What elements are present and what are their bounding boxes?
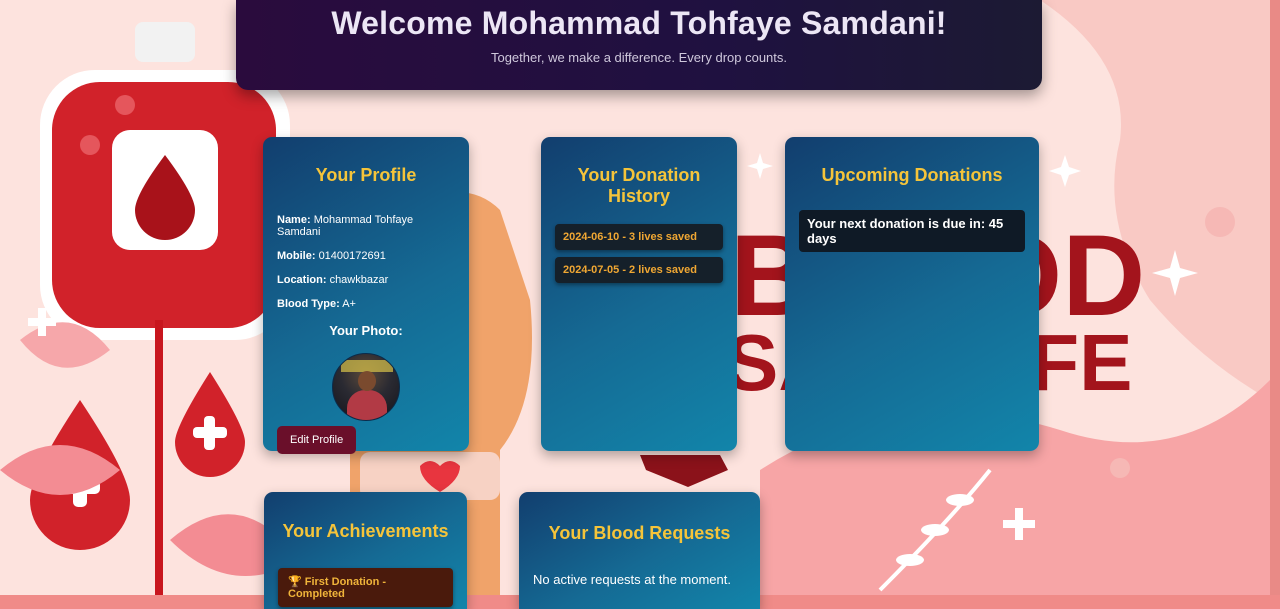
- profile-name-label: Name:: [277, 214, 311, 226]
- profile-blood-type-value: A+: [342, 298, 356, 310]
- profile-blood-type-row: Blood Type: A+: [277, 298, 455, 310]
- upcoming-donations-title: Upcoming Donations: [821, 165, 1003, 185]
- achievements-card: Your Achievements 🏆 First Donation - Com…: [264, 492, 467, 609]
- donation-history-card: Your Donation History 2024-06-10 - 3 liv…: [541, 137, 737, 451]
- profile-mobile-value: 01400172691: [318, 250, 386, 262]
- blood-requests-title: Your Blood Requests: [548, 523, 731, 543]
- profile-title: Your Profile: [315, 165, 417, 185]
- profile-blood-type-label: Blood Type:: [277, 298, 340, 310]
- donation-history-list: 2024-06-10 - 3 lives saved 2024-07-05 - …: [555, 224, 723, 283]
- window-edge-right: [1270, 0, 1280, 609]
- welcome-subtitle: Together, we make a difference. Every dr…: [490, 50, 788, 65]
- donation-history-item: 2024-07-05 - 2 lives saved: [555, 257, 723, 283]
- welcome-header: Welcome Mohammad Tohfaye Samdani! Togeth…: [236, 0, 1042, 90]
- profile-mobile-row: Mobile: 01400172691: [277, 250, 455, 262]
- next-donation-due: Your next donation is due in: 45 days: [799, 210, 1025, 252]
- achievements-title: Your Achievements: [282, 521, 449, 541]
- no-requests-text: No active requests at the moment.: [533, 572, 731, 587]
- donation-history-title: Your Donation History: [577, 165, 701, 206]
- profile-name-row: Name: Mohammad Tohfaye Samdani: [277, 214, 455, 238]
- profile-location-row: Location: chawkbazar: [277, 274, 455, 286]
- avatar: [332, 353, 400, 421]
- welcome-title: Welcome Mohammad Tohfaye Samdani!: [331, 5, 947, 41]
- blood-requests-card: Your Blood Requests No active requests a…: [519, 492, 760, 609]
- donation-history-item: 2024-06-10 - 3 lives saved: [555, 224, 723, 250]
- upcoming-donations-card: Upcoming Donations Your next donation is…: [785, 137, 1039, 451]
- achievements-list: 🏆 First Donation - Completed: [278, 568, 453, 609]
- edit-profile-button[interactable]: Edit Profile: [277, 426, 357, 454]
- profile-details: Name: Mohammad Tohfaye Samdani Mobile: 0…: [277, 214, 455, 310]
- photo-title: Your Photo:: [329, 323, 403, 338]
- profile-card: Your Profile Name: Mohammad Tohfaye Samd…: [263, 137, 469, 454]
- achievement-item: 🏆 First Donation - Completed: [278, 568, 453, 607]
- profile-location-value: chawkbazar: [329, 274, 389, 286]
- profile-mobile-label: Mobile:: [277, 250, 316, 262]
- profile-location-label: Location:: [277, 274, 327, 286]
